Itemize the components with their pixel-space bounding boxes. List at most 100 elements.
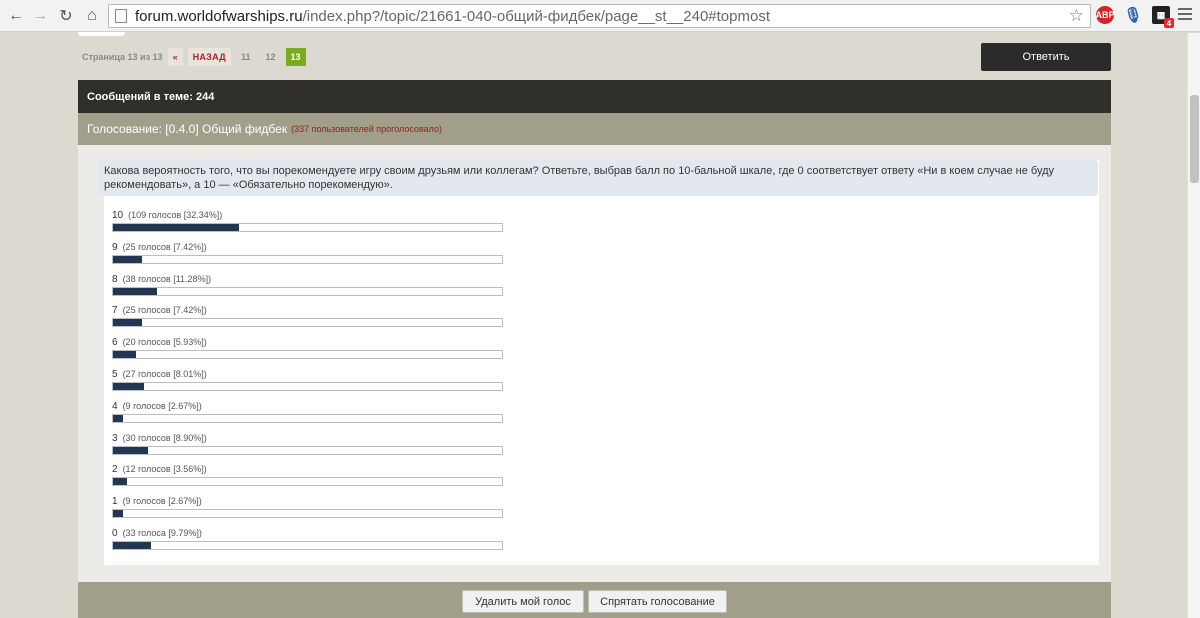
poll-choice: 3 (30 голосов [8.90%]) bbox=[112, 432, 504, 455]
choice-votes: (25 голосов [7.42%]) bbox=[122, 242, 207, 252]
poll-choice: 0 (33 голоса [9.79%]) bbox=[112, 527, 504, 550]
poll-choice: 7 (25 голосов [7.42%]) bbox=[112, 304, 504, 327]
vote-bar-fill bbox=[113, 447, 148, 454]
choice-score: 10 bbox=[112, 210, 124, 221]
vote-bar-fill bbox=[113, 542, 151, 549]
vote-bar-track bbox=[112, 477, 503, 486]
choice-votes: (12 голосов [3.56%]) bbox=[122, 464, 207, 474]
reply-button[interactable]: Ответить bbox=[981, 43, 1111, 71]
vote-bar-track bbox=[112, 287, 503, 296]
url-path: /index.php?/topic/21661-040-общий-фидбек… bbox=[302, 7, 771, 25]
vote-bar-fill bbox=[113, 478, 127, 485]
poll-choice: 6 (20 голосов [5.93%]) bbox=[112, 336, 504, 359]
vote-bar-fill bbox=[113, 415, 123, 422]
choice-score: 1 bbox=[112, 496, 118, 507]
poll-choice-label: 0 (33 голоса [9.79%]) bbox=[112, 527, 504, 539]
choice-votes: (9 голосов [2.67%]) bbox=[122, 496, 202, 506]
current-page: 13 bbox=[285, 48, 306, 66]
vote-bar-track bbox=[112, 350, 503, 359]
page-top-tab bbox=[78, 32, 125, 36]
vote-bar-fill bbox=[113, 288, 157, 295]
reload-icon[interactable]: ↻ bbox=[54, 4, 78, 28]
prev-page-link[interactable]: НАЗАД bbox=[187, 48, 231, 66]
home-icon[interactable]: ⌂ bbox=[80, 4, 104, 28]
poll-choice-label: 7 (25 голосов [7.42%]) bbox=[112, 304, 504, 316]
vote-bar-fill bbox=[113, 351, 136, 358]
choice-votes: (20 голосов [5.93%]) bbox=[122, 337, 207, 347]
choice-score: 4 bbox=[112, 401, 118, 412]
poll-choice-label: 10 (109 голосов [32.34%]) bbox=[112, 209, 504, 221]
choice-votes: (25 голосов [7.42%]) bbox=[122, 305, 207, 315]
choice-score: 0 bbox=[112, 528, 118, 539]
extension-icon[interactable]: ▦ 4 bbox=[1152, 6, 1174, 28]
vertical-scrollbar[interactable] bbox=[1187, 33, 1200, 618]
back-arrow-icon[interactable]: ← bbox=[4, 4, 28, 28]
scrollbar-thumb[interactable] bbox=[1190, 95, 1199, 183]
page-icon bbox=[115, 9, 127, 23]
choice-score: 2 bbox=[112, 464, 118, 475]
vote-bar-track bbox=[112, 414, 503, 423]
poll-choice-label: 5 (27 голосов [8.01%]) bbox=[112, 368, 504, 380]
poll-choice: 4 (9 голосов [2.67%]) bbox=[112, 400, 504, 423]
poll-choice: 2 (12 голосов [3.56%]) bbox=[112, 463, 504, 486]
poll-choice-label: 4 (9 голосов [2.67%]) bbox=[112, 400, 504, 412]
page-link[interactable]: 12 bbox=[260, 48, 280, 66]
vote-bar-track bbox=[112, 541, 503, 550]
choice-votes: (33 голоса [9.79%]) bbox=[122, 528, 202, 538]
microphone-icon[interactable]: 🎙 bbox=[1123, 6, 1142, 24]
choice-votes: (109 голосов [32.34%]) bbox=[128, 210, 223, 220]
menu-icon[interactable] bbox=[1178, 8, 1192, 23]
address-bar[interactable]: forum.worldofwarships.ru/index.php?/topi… bbox=[108, 4, 1091, 28]
vote-bar-fill bbox=[113, 510, 123, 517]
poll-choice: 9 (25 голосов [7.42%]) bbox=[112, 241, 504, 264]
star-icon[interactable]: ☆ bbox=[1069, 6, 1084, 26]
poll-choice-label: 9 (25 голосов [7.42%]) bbox=[112, 241, 504, 253]
url-host: forum.worldofwarships.ru bbox=[135, 7, 303, 25]
poll-choice-label: 2 (12 голосов [3.56%]) bbox=[112, 463, 504, 475]
extension-badge: 4 bbox=[1164, 18, 1174, 28]
choice-votes: (30 голосов [8.90%]) bbox=[122, 433, 207, 443]
vote-bar-fill bbox=[113, 224, 239, 231]
poll-choice: 1 (9 голосов [2.67%]) bbox=[112, 495, 504, 518]
choice-score: 3 bbox=[112, 433, 118, 444]
choice-votes: (9 голосов [2.67%]) bbox=[122, 401, 202, 411]
choice-votes: (38 голосов [11.28%]) bbox=[122, 274, 212, 284]
choice-score: 9 bbox=[112, 242, 118, 253]
choice-votes: (27 голосов [8.01%]) bbox=[122, 369, 207, 379]
poll-choice: 8 (38 голосов [11.28%]) bbox=[112, 273, 504, 296]
vote-bar-track bbox=[112, 509, 503, 518]
poll-choice-label: 3 (30 голосов [8.90%]) bbox=[112, 432, 504, 444]
poll-choice-label: 1 (9 голосов [2.67%]) bbox=[112, 495, 504, 507]
delete-vote-button[interactable]: Удалить мой голос bbox=[462, 590, 584, 613]
vote-bar-track bbox=[112, 382, 503, 391]
poll-choice: 10 (109 голосов [32.34%]) bbox=[112, 209, 504, 232]
browser-toolbar: ← → ↻ ⌂ forum.worldofwarships.ru/index.p… bbox=[0, 0, 1200, 32]
first-page-link[interactable]: « bbox=[167, 48, 183, 66]
forward-arrow-icon[interactable]: → bbox=[28, 4, 52, 28]
poll-choice-label: 8 (38 голосов [11.28%]) bbox=[112, 273, 504, 285]
pagination: Страница 13 из 13 « НАЗАД 11 12 13 bbox=[82, 48, 311, 66]
hide-poll-button[interactable]: Спрятать голосование bbox=[588, 590, 727, 613]
poll-question: Какова вероятность того, что вы порекоме… bbox=[98, 160, 1098, 196]
vote-bar-track bbox=[112, 223, 503, 232]
poll-choice-label: 6 (20 голосов [5.93%]) bbox=[112, 336, 504, 348]
vote-bar-track bbox=[112, 318, 503, 327]
vote-bar-fill bbox=[113, 383, 144, 390]
adblock-icon[interactable]: ABP bbox=[1096, 6, 1115, 24]
poll-title: Голосование: [0.4.0] Общий фидбек bbox=[87, 122, 288, 136]
vote-bar-track bbox=[112, 446, 503, 455]
poll-choice: 5 (27 голосов [8.01%]) bbox=[112, 368, 504, 391]
choice-score: 6 bbox=[112, 337, 118, 348]
vote-bar-fill bbox=[113, 319, 142, 326]
topic-header: Сообщений в теме: 244 bbox=[78, 80, 1111, 113]
poll-header: Голосование: [0.4.0] Общий фидбек (337 п… bbox=[78, 113, 1111, 145]
vote-bar-track bbox=[112, 255, 503, 264]
page-count: Страница 13 из 13 bbox=[82, 52, 163, 62]
post-count: Сообщений в теме: 244 bbox=[87, 90, 215, 103]
choice-score: 8 bbox=[112, 274, 118, 285]
choice-score: 7 bbox=[112, 305, 118, 316]
vote-bar-fill bbox=[113, 256, 142, 263]
poll-voters: (337 пользователей проголосовало) bbox=[291, 124, 443, 134]
page-link[interactable]: 11 bbox=[236, 48, 256, 66]
choice-score: 5 bbox=[112, 369, 118, 380]
